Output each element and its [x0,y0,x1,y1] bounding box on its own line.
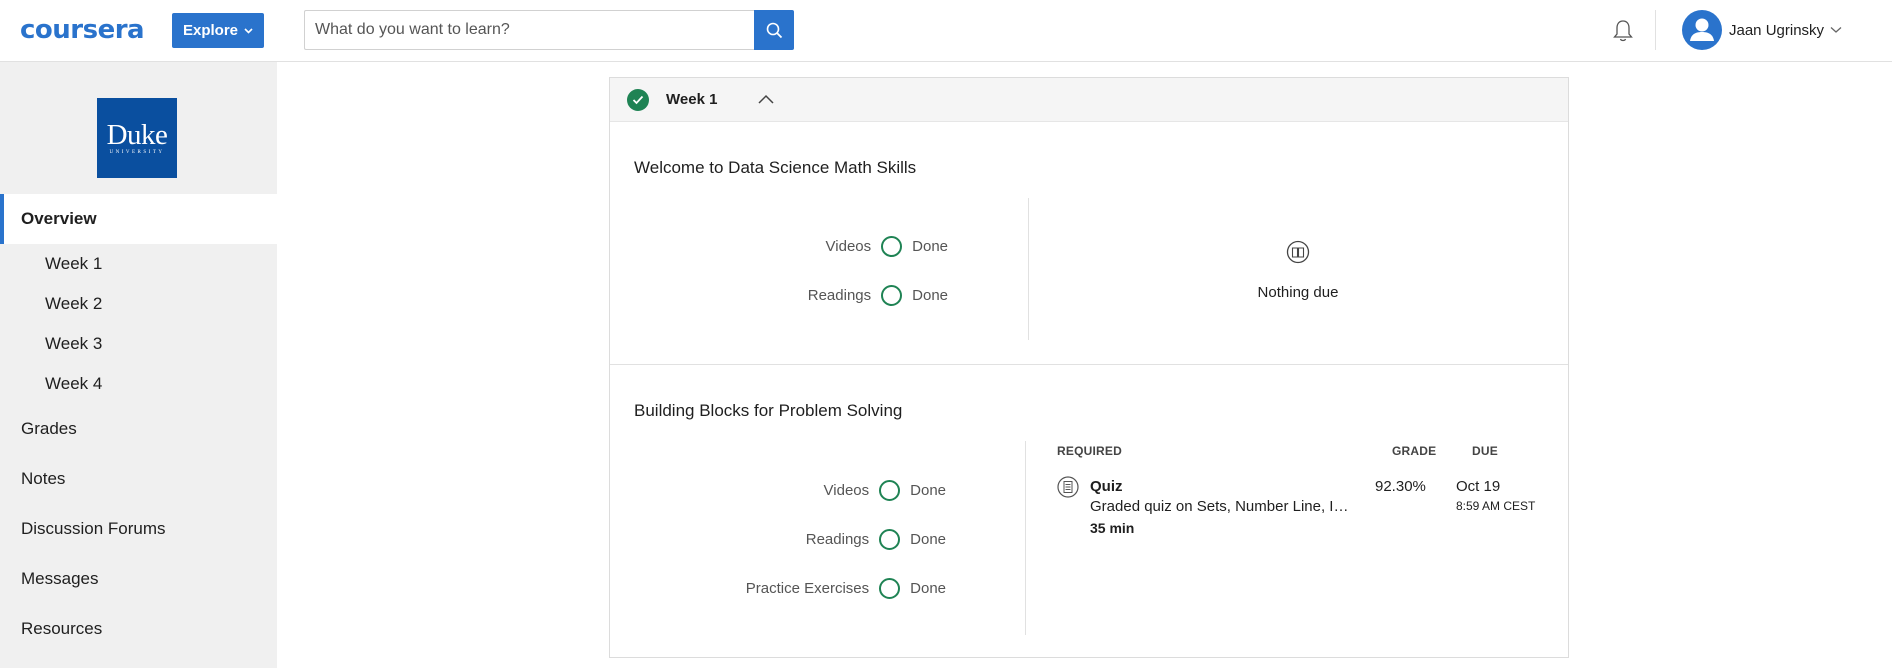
notification-bell-icon[interactable] [1610,18,1636,44]
university-logo-name: Duke [106,119,168,151]
sidebar-item-week-2[interactable]: Week 2 [45,294,102,314]
progress-label: Practice Exercises [745,579,870,597]
lesson-title[interactable]: Welcome to Data Science Math Skills [634,158,916,178]
chevron-down-icon [1830,27,1842,33]
week-title: Week 1 [666,91,718,108]
progress-row-readings: Readings Done [806,527,946,551]
search-box [304,10,754,50]
chevron-down-icon [244,27,253,34]
coursera-logo[interactable]: coursera [20,15,145,45]
quiz-description[interactable]: Graded quiz on Sets, Number Line, Ine... [1090,498,1355,515]
quiz-due-date: Oct 19 [1456,478,1501,495]
progress-status: Done [910,481,946,499]
duke-university-logo[interactable]: Duke UNIVERSITY [97,98,177,178]
progress-row-videos: Videos Done [826,234,948,258]
progress-ring-icon [879,528,901,550]
search-input[interactable] [305,11,754,49]
quiz-title-link[interactable]: Quiz [1090,478,1123,495]
university-logo-subtitle: UNIVERSITY [109,150,165,155]
progress-row-readings: Readings Done [808,283,948,307]
search-icon [766,22,782,38]
quiz-grade: 92.30% [1375,478,1426,495]
sidebar-item-week-3[interactable]: Week 3 [45,334,102,354]
book-icon [1286,240,1310,264]
sidebar-item-overview[interactable]: Overview [0,194,277,244]
nothing-due-text: Nothing due [1257,284,1339,301]
explore-button[interactable]: Explore [172,13,264,48]
progress-label: Readings [805,530,870,548]
course-sidebar: Duke UNIVERSITY Overview Week 1 Week 2 W… [0,62,277,668]
progress-row-practice-exercises: Practice Exercises Done [746,576,946,600]
week-card: Week 1 Welcome to Data Science Math Skil… [609,77,1569,658]
progress-label: Videos [823,481,870,499]
progress-ring-icon [879,577,901,599]
sidebar-item-messages[interactable]: Messages [21,569,98,589]
sidebar-item-grades[interactable]: Grades [21,419,77,439]
sidebar-item-resources[interactable]: Resources [21,619,102,639]
explore-label: Explore [182,22,239,39]
sidebar-item-week-4[interactable]: Week 4 [45,374,102,394]
progress-row-videos: Videos Done [824,478,946,502]
progress-ring-icon [879,479,901,501]
table-header-required: REQUIRED [1057,444,1122,458]
quiz-icon [1057,476,1079,498]
table-header-grade: GRADE [1392,444,1437,458]
column-divider [1025,441,1026,635]
search-button[interactable] [754,10,794,50]
table-header-due: DUE [1472,444,1498,458]
quiz-duration: 35 min [1090,520,1135,536]
top-divider [1655,10,1656,50]
progress-ring-icon [881,284,903,306]
progress-status: Done [910,579,946,597]
progress-status: Done [912,286,948,304]
lesson-title[interactable]: Building Blocks for Problem Solving [634,401,902,421]
sidebar-item-week-1[interactable]: Week 1 [45,254,102,274]
progress-label: Videos [825,237,872,255]
week-header[interactable]: Week 1 [610,78,1568,122]
avatar [1682,10,1722,50]
user-menu[interactable]: Jaan Ugrinsky [1682,10,1842,50]
column-divider [1028,198,1029,340]
completed-check-icon [627,89,649,111]
user-icon [1690,18,1714,41]
chevron-up-icon[interactable] [756,90,776,110]
progress-status: Done [910,530,946,548]
top-nav-bar: coursera Explore Jaan Ugrinsky [0,0,1892,62]
sidebar-item-notes[interactable]: Notes [21,469,65,489]
progress-ring-icon [881,235,903,257]
lesson-divider [610,364,1568,365]
user-name: Jaan Ugrinsky [1729,21,1825,39]
progress-status: Done [912,237,948,255]
sidebar-item-discussion-forums[interactable]: Discussion Forums [21,519,166,539]
quiz-due-time: 8:59 AM CEST [1456,499,1536,513]
progress-label: Readings [807,286,872,304]
